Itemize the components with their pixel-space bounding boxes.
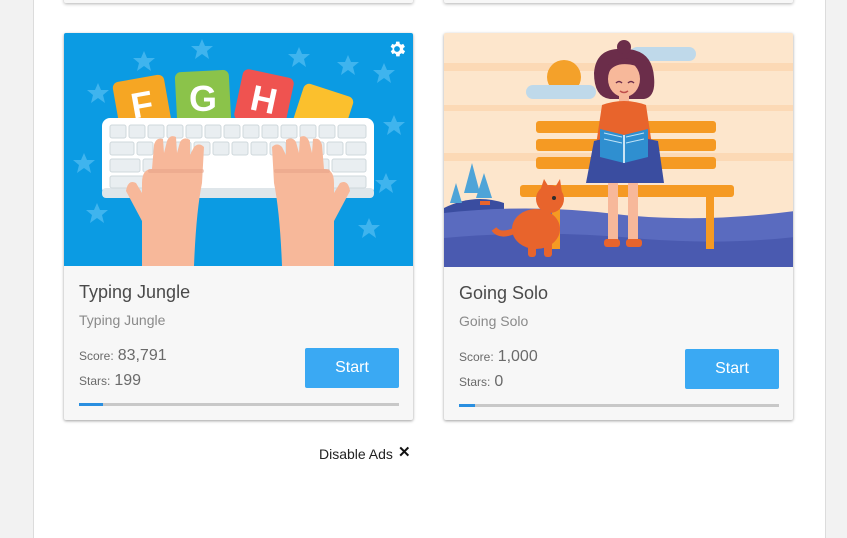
score-value: 1,000 [497,348,538,365]
stars-stat: Stars: 0 [459,373,503,391]
score-stat: Score: 1,000 [459,348,538,366]
card-title: Typing Jungle [79,282,191,302]
score-stat: Score: 83,791 [79,347,167,365]
previous-card-bottom [444,0,793,3]
stars-label: Stars: [459,375,491,389]
previous-card-bottom [64,0,413,3]
score-label: Score: [79,349,114,363]
stars-stat: Stars: 199 [79,372,141,390]
stars-value: 199 [114,372,142,389]
close-ads-icon[interactable]: ✕ [398,443,411,461]
start-button[interactable]: Start [305,348,399,388]
svg-text:G: G [189,78,217,119]
settings-gear-icon[interactable] [387,39,407,59]
score-label: Score: [459,350,494,364]
stars-value: 0 [494,373,504,390]
start-button[interactable]: Start [685,349,779,389]
woman-reading-bench-illustration[interactable] [444,33,793,267]
disable-ads-link[interactable]: Disable Ads [319,446,393,462]
lesson-card-going-solo: Going Solo Going Solo Score: 1,000 Stars:… [444,33,793,420]
card-title: Going Solo [459,283,549,303]
progress-bar [459,404,779,407]
lesson-card-typing-jungle: F G H Typing Jungle Typing Jungle Score:… [64,33,413,420]
progress-bar [79,403,399,406]
score-value: 83,791 [117,347,167,364]
card-subtitle: Going Solo [459,313,529,329]
stars-label: Stars: [79,374,111,388]
progress-fill [79,403,103,406]
progress-fill [459,404,475,407]
keyboard-letters-illustration[interactable]: F G H [64,33,413,266]
card-subtitle: Typing Jungle [79,312,166,328]
